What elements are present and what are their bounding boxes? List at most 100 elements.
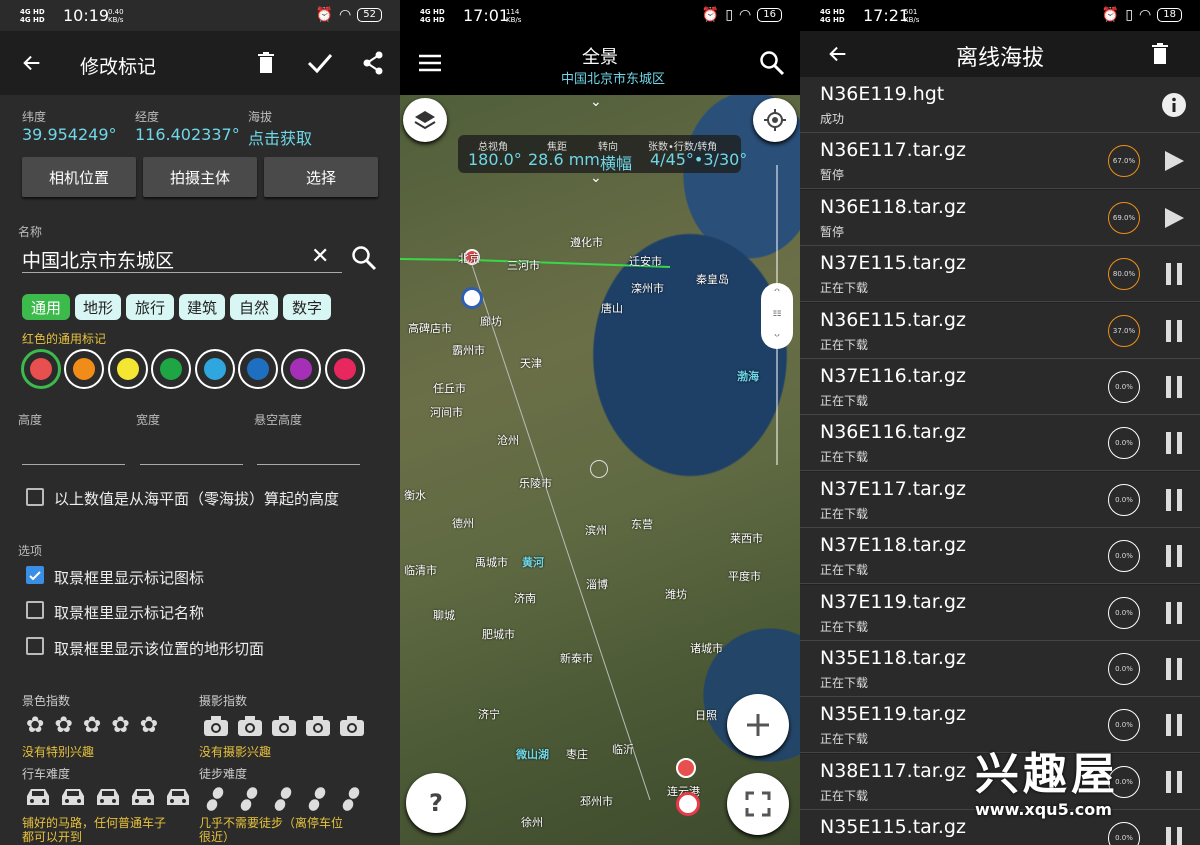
- file-row[interactable]: N36E115.tar.gz 正在下载 37.0%: [800, 302, 1200, 359]
- color-swatch[interactable]: [324, 349, 365, 389]
- flower-icon[interactable]: ✿: [54, 713, 72, 738]
- flower-icon[interactable]: ✿: [140, 713, 158, 738]
- file-row[interactable]: N37E117.tar.gz 正在下载 0.0%: [800, 471, 1200, 528]
- camera-marker-icon[interactable]: [461, 287, 483, 309]
- color-swatch[interactable]: [107, 349, 148, 389]
- file-row[interactable]: N37E116.tar.gz 正在下载 0.0%: [800, 359, 1200, 415]
- show-name-checkbox[interactable]: [26, 601, 44, 619]
- play-icon[interactable]: [1162, 149, 1186, 173]
- car-icon[interactable]: [24, 786, 52, 812]
- latitude-value[interactable]: 39.954249°: [22, 125, 117, 144]
- hike-rating[interactable]: [205, 786, 361, 816]
- pause-icon[interactable]: [1162, 262, 1186, 286]
- file-row[interactable]: N35E119.tar.gz 正在下载 0.0%: [800, 697, 1200, 754]
- camera-icon[interactable]: [237, 715, 263, 741]
- pause-icon[interactable]: [1162, 375, 1186, 399]
- expand-chevron-icon[interactable]: ⌄: [590, 170, 602, 186]
- map-pin-icon[interactable]: [676, 758, 696, 778]
- delete-icon[interactable]: [248, 45, 284, 81]
- footprints-icon[interactable]: [239, 786, 259, 816]
- add-button[interactable]: [727, 694, 789, 756]
- footprints-icon[interactable]: [307, 786, 327, 816]
- car-icon[interactable]: [129, 786, 157, 812]
- chip-nature[interactable]: 自然: [230, 294, 278, 320]
- delete-icon[interactable]: [1142, 36, 1178, 72]
- share-icon[interactable]: [355, 45, 391, 81]
- wifi-icon: ◠: [1139, 7, 1152, 23]
- footprints-icon[interactable]: [205, 786, 225, 816]
- show-icon-checkbox[interactable]: [26, 566, 44, 584]
- play-icon[interactable]: [1162, 206, 1186, 230]
- pause-icon[interactable]: [1162, 657, 1186, 681]
- file-row[interactable]: N37E115.tar.gz 正在下载 80.0%: [800, 246, 1200, 303]
- info-icon[interactable]: [1162, 93, 1186, 117]
- sea-level-text: 以上数值是从海平面（零海拔）算起的高度: [54, 490, 340, 508]
- name-input[interactable]: 中国北京市东城区: [22, 246, 174, 273]
- search-icon[interactable]: [351, 245, 377, 275]
- pause-icon[interactable]: [1162, 319, 1186, 343]
- camera-icon[interactable]: [305, 715, 331, 741]
- file-row[interactable]: N36E117.tar.gz 暂停 67.0%: [800, 133, 1200, 190]
- longitude-value[interactable]: 116.402337°: [135, 125, 240, 144]
- confirm-check-icon[interactable]: [302, 45, 338, 81]
- car-icon[interactable]: [164, 786, 192, 812]
- footprints-icon[interactable]: [341, 786, 361, 816]
- flower-icon[interactable]: ✿: [26, 713, 44, 738]
- pause-icon[interactable]: [1162, 713, 1186, 737]
- collapse-chevron-icon[interactable]: ⌄: [590, 94, 602, 110]
- file-row[interactable]: N35E118.tar.gz 正在下载 0.0%: [800, 641, 1200, 697]
- color-swatch[interactable]: [151, 349, 192, 389]
- back-arrow-icon[interactable]: [14, 45, 50, 81]
- altitude-fetch-link[interactable]: 点击获取: [248, 125, 312, 149]
- flower-icon[interactable]: ✿: [111, 713, 129, 738]
- camera-icon[interactable]: [339, 715, 365, 741]
- color-swatch[interactable]: [64, 349, 105, 389]
- file-row[interactable]: N37E118.tar.gz 正在下载 0.0%: [800, 528, 1200, 585]
- color-swatch[interactable]: [281, 349, 322, 389]
- color-swatch[interactable]: [21, 349, 61, 389]
- terrain-profile-checkbox[interactable]: [26, 637, 44, 655]
- signal-indicator: 4G HD 4G HD: [20, 8, 45, 24]
- file-row[interactable]: N36E118.tar.gz 暂停 69.0%: [800, 189, 1200, 246]
- file-row[interactable]: N36E116.tar.gz 正在下载 0.0%: [800, 415, 1200, 472]
- clear-icon[interactable]: ✕: [311, 244, 329, 269]
- subject-button[interactable]: 拍摄主体: [143, 157, 257, 197]
- sea-level-checkbox[interactable]: [26, 488, 44, 506]
- chip-travel[interactable]: 旅行: [126, 294, 174, 320]
- color-swatch[interactable]: [194, 349, 235, 389]
- file-row[interactable]: N36E119.hgt 成功: [800, 77, 1200, 133]
- color-swatch[interactable]: [238, 349, 278, 389]
- photo-rating[interactable]: [203, 715, 365, 741]
- chip-building[interactable]: 建筑: [179, 294, 225, 320]
- chip-general[interactable]: 通用: [22, 294, 70, 320]
- height-field[interactable]: [22, 464, 125, 465]
- pause-icon[interactable]: [1162, 601, 1186, 625]
- car-icon[interactable]: [59, 786, 87, 812]
- file-row[interactable]: N37E119.tar.gz 正在下载 0.0%: [800, 584, 1200, 641]
- search-icon[interactable]: [754, 45, 790, 81]
- pause-icon[interactable]: [1162, 431, 1186, 455]
- select-button[interactable]: 选择: [264, 157, 378, 197]
- scenery-rating[interactable]: ✿ ✿ ✿ ✿ ✿: [26, 713, 158, 738]
- layers-button[interactable]: [403, 98, 447, 142]
- width-field[interactable]: [140, 464, 243, 465]
- drive-rating[interactable]: [24, 786, 192, 812]
- camera-position-button[interactable]: 相机位置: [22, 157, 136, 197]
- my-location-button[interactable]: [753, 98, 797, 142]
- pause-icon[interactable]: [1162, 770, 1186, 794]
- photo-pin-icon[interactable]: [676, 792, 700, 816]
- chip-terrain[interactable]: 地形: [75, 294, 121, 320]
- pause-icon[interactable]: [1162, 488, 1186, 512]
- chip-number[interactable]: 数字: [283, 294, 331, 320]
- help-button[interactable]: ?: [406, 773, 466, 833]
- flower-icon[interactable]: ✿: [83, 713, 101, 738]
- car-icon[interactable]: [94, 786, 122, 812]
- pause-icon[interactable]: [1162, 544, 1186, 568]
- camera-icon[interactable]: [203, 715, 229, 741]
- hover-height-field[interactable]: [257, 464, 360, 465]
- footprints-icon[interactable]: [273, 786, 293, 816]
- city-label: 莱西市: [730, 532, 763, 545]
- pause-icon[interactable]: [1162, 826, 1186, 845]
- camera-icon[interactable]: [271, 715, 297, 741]
- fullscreen-button[interactable]: [727, 773, 789, 835]
